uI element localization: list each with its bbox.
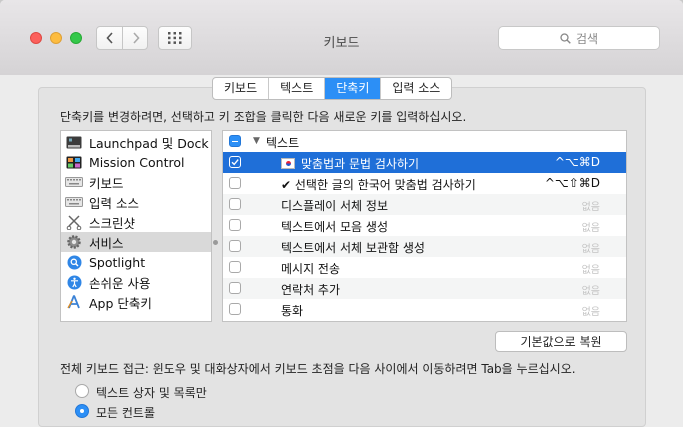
shortcut-checkbox[interactable] bbox=[229, 177, 241, 189]
shortcut-checkbox[interactable] bbox=[229, 261, 241, 273]
category-label: App 단축키 bbox=[89, 295, 152, 311]
shortcut-checkbox[interactable] bbox=[229, 198, 241, 210]
shortcut-row[interactable]: 디스플레이 서체 정보 없음 bbox=[223, 194, 626, 215]
shortcut-label: 텍스트에서 모음 생성 bbox=[281, 220, 388, 234]
category-spotlight[interactable]: Spotlight bbox=[61, 252, 211, 272]
spotlight-icon bbox=[65, 254, 83, 270]
shortcut-keys[interactable]: 없음 bbox=[582, 240, 600, 255]
category-screenshots[interactable]: 스크린샷 bbox=[61, 212, 211, 232]
shortcut-label: 연락처 추가 bbox=[281, 283, 341, 297]
category-services[interactable]: 서비스 bbox=[61, 232, 211, 252]
shortcut-label: 맞춤법과 문법 검사하기 bbox=[281, 155, 419, 172]
tab-input-sources[interactable]: 입력 소스 bbox=[381, 78, 451, 99]
split-view-divider[interactable] bbox=[213, 240, 218, 245]
shortcut-list[interactable]: ▼ 텍스트 맞춤법과 문법 검사하기 ^⌥⌘D ✔ 선택한 글의 한국어 맞춤법… bbox=[222, 130, 627, 322]
category-app-shortcuts[interactable]: App 단축키 bbox=[61, 292, 211, 312]
tab-shortcuts[interactable]: 단축키 bbox=[325, 78, 382, 99]
category-label: 손쉬운 사용 bbox=[89, 275, 151, 291]
mission-control-icon bbox=[65, 154, 83, 170]
shortcut-checkbox[interactable] bbox=[229, 303, 241, 315]
shortcut-row[interactable]: 텍스트에서 서체 보관함 생성 없음 bbox=[223, 236, 626, 257]
category-label: Launchpad 및 Dock bbox=[89, 135, 209, 151]
shortcut-label: 메시지 전송 bbox=[281, 262, 341, 276]
shortcut-keys[interactable]: 없음 bbox=[582, 219, 600, 234]
category-accessibility[interactable]: 손쉬운 사용 bbox=[61, 272, 211, 292]
keyboard-icon bbox=[65, 174, 83, 190]
shortcut-checkbox[interactable] bbox=[229, 219, 241, 231]
full-keyboard-access-label: 전체 키보드 접근: 윈도우 및 대화상자에서 키보드 초점을 다음 사이에서 … bbox=[60, 362, 576, 376]
disclosure-triangle-icon[interactable]: ▼ bbox=[253, 136, 260, 146]
shortcut-row[interactable]: 맞춤법과 문법 검사하기 ^⌥⌘D bbox=[223, 152, 626, 173]
shortcut-label: ✔ 선택한 글의 한국어 맞춤법 검사하기 bbox=[281, 178, 476, 192]
category-label: 입력 소스 bbox=[89, 195, 139, 211]
korean-flag-icon bbox=[281, 158, 295, 169]
radio-label[interactable]: 모든 컨트롤 bbox=[96, 404, 155, 421]
tab-bar: 키보드 텍스트 단축키 입력 소스 bbox=[212, 77, 453, 100]
shortcut-label: 통화 bbox=[281, 304, 304, 318]
tab-keyboard[interactable]: 키보드 bbox=[213, 78, 270, 99]
shortcut-keys[interactable]: ^⌥⇧⌘D bbox=[545, 176, 600, 190]
shortcut-checkbox[interactable] bbox=[229, 240, 241, 252]
radio-label[interactable]: 텍스트 상자 및 목록만 bbox=[96, 384, 207, 401]
shortcut-keys[interactable]: 없음 bbox=[582, 198, 600, 213]
group-label: 텍스트 bbox=[266, 136, 300, 150]
tab-text[interactable]: 텍스트 bbox=[269, 78, 326, 99]
title-bar: 키보드 검색 bbox=[0, 0, 683, 75]
shortcut-row[interactable]: 연락처 추가 없음 bbox=[223, 278, 626, 299]
category-label: 서비스 bbox=[89, 235, 124, 251]
shortcut-group-header[interactable]: ▼ 텍스트 bbox=[223, 131, 626, 152]
shortcut-keys[interactable]: 없음 bbox=[582, 282, 600, 297]
keyboard-preferences-window: 키보드 검색 키보드 텍스트 단축키 입력 소스 단축키를 변경하려면, 선택하… bbox=[0, 0, 683, 427]
shortcut-label: 텍스트에서 서체 보관함 생성 bbox=[281, 241, 425, 255]
category-list[interactable]: Launchpad 및 Dock Mission Control 키보드 입력 … bbox=[60, 130, 212, 322]
shortcut-row[interactable]: ✔ 선택한 글의 한국어 맞춤법 검사하기 ^⌥⇧⌘D bbox=[223, 173, 626, 194]
input-source-keyboard-icon bbox=[65, 194, 83, 210]
shortcut-label: 디스플레이 서체 정보 bbox=[281, 199, 388, 213]
category-label: Spotlight bbox=[89, 254, 146, 270]
restore-defaults-button[interactable]: 기본값으로 복원 bbox=[495, 331, 627, 352]
radio-text-boxes-lists-only[interactable] bbox=[75, 384, 89, 398]
app-shortcuts-icon bbox=[65, 294, 83, 310]
checkmark-icon bbox=[231, 159, 239, 166]
category-label: Mission Control bbox=[89, 154, 185, 170]
category-input-sources[interactable]: 입력 소스 bbox=[61, 192, 211, 212]
category-mission-control[interactable]: Mission Control bbox=[61, 152, 211, 172]
screenshot-icon bbox=[65, 214, 83, 230]
radio-all-controls[interactable] bbox=[75, 404, 89, 418]
shortcut-row[interactable]: 메시지 전송 없음 bbox=[223, 257, 626, 278]
category-launchpad-dock[interactable]: Launchpad 및 Dock bbox=[61, 132, 211, 152]
search-field[interactable]: 검색 bbox=[498, 26, 660, 50]
launchpad-dock-icon bbox=[65, 134, 83, 150]
shortcut-checkbox[interactable] bbox=[229, 156, 241, 168]
shortcut-row[interactable]: 통화 없음 bbox=[223, 299, 626, 320]
shortcut-keys[interactable]: ^⌥⌘D bbox=[555, 155, 600, 169]
instruction-text: 단축키를 변경하려면, 선택하고 키 조합을 클릭한 다음 새로운 키를 입력하… bbox=[60, 110, 467, 124]
accessibility-icon bbox=[65, 274, 83, 290]
category-keyboard[interactable]: 키보드 bbox=[61, 172, 211, 192]
category-label: 스크린샷 bbox=[89, 215, 136, 231]
category-label: 키보드 bbox=[89, 175, 124, 191]
shortcut-checkbox[interactable] bbox=[229, 282, 241, 294]
shortcut-keys[interactable]: 없음 bbox=[582, 303, 600, 318]
search-icon bbox=[560, 32, 571, 44]
shortcut-keys[interactable]: 없음 bbox=[582, 261, 600, 276]
group-checkbox[interactable] bbox=[229, 135, 241, 147]
gear-icon bbox=[65, 234, 83, 250]
shortcut-row[interactable]: 텍스트에서 모음 생성 없음 bbox=[223, 215, 626, 236]
search-placeholder: 검색 bbox=[575, 31, 599, 46]
